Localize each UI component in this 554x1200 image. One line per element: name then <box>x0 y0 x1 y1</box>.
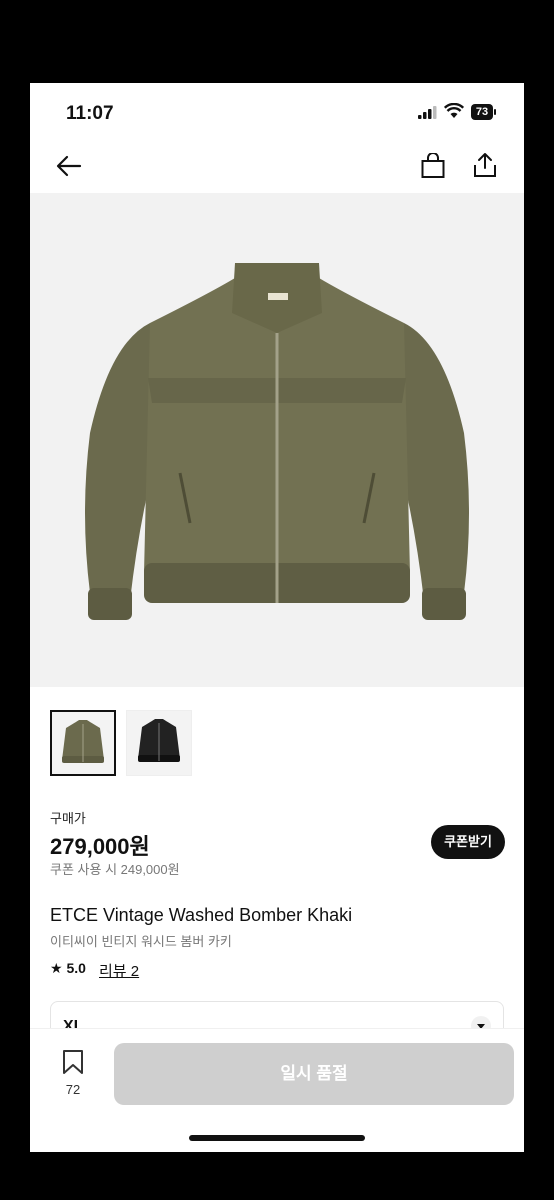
app-screen: 11:07 73 구매가 279,000원 쿠폰 사용 시 249,000원 쿠… <box>30 83 524 1152</box>
thumbnail-black[interactable] <box>126 710 192 776</box>
star-icon: ★ <box>50 960 63 976</box>
home-indicator <box>189 1135 365 1141</box>
rating: ★ 5.0 <box>50 960 86 977</box>
shopping-bag-icon[interactable] <box>421 152 445 184</box>
wifi-icon <box>444 103 464 118</box>
status-time: 11:07 <box>66 103 114 124</box>
product-image[interactable] <box>30 193 524 687</box>
battery-icon: 73 <box>471 104 493 120</box>
battery-cap <box>494 109 496 115</box>
wishlist-button[interactable]: 72 <box>58 1049 88 1097</box>
product-name-korean: 이티씨이 빈티지 워시드 봄버 카키 <box>50 934 232 949</box>
rating-value: 5.0 <box>66 960 86 976</box>
thumbnail-black-image <box>138 719 180 762</box>
share-icon[interactable] <box>473 152 497 183</box>
bookmark-icon <box>63 1050 83 1074</box>
thumbnail-khaki[interactable] <box>50 710 116 776</box>
reviews-link[interactable]: 리뷰 2 <box>99 960 139 981</box>
status-bar: 11:07 73 <box>30 83 524 143</box>
soldout-button[interactable]: 일시 품절 <box>114 1043 514 1105</box>
wishlist-count: 72 <box>65 1082 81 1097</box>
top-nav <box>30 143 524 193</box>
price-label: 구매가 <box>50 811 86 826</box>
bottom-bar: 72 일시 품절 <box>30 1028 524 1152</box>
back-arrow-icon[interactable] <box>56 155 82 182</box>
jacket-illustration <box>85 263 469 620</box>
thumbnail-khaki-image <box>62 720 104 763</box>
signal-icon <box>418 106 437 119</box>
coupon-button[interactable]: 쿠폰받기 <box>431 825 505 859</box>
coupon-price: 쿠폰 사용 시 249,000원 <box>50 862 180 877</box>
price: 279,000원 <box>50 834 150 859</box>
product-name: ETCE Vintage Washed Bomber Khaki <box>50 905 353 925</box>
